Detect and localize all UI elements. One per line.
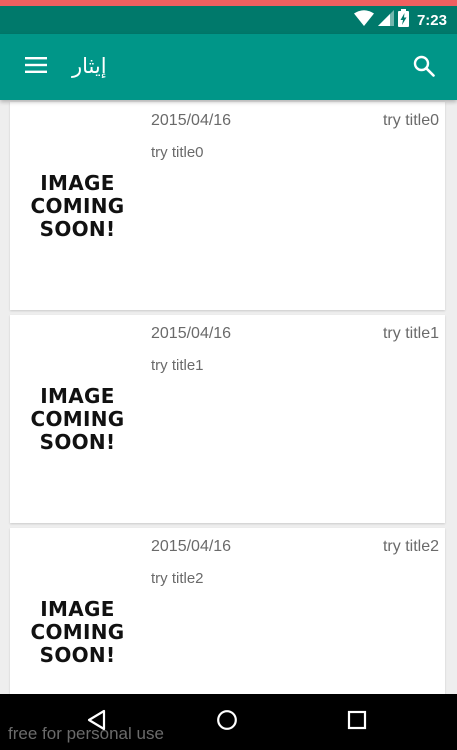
image-placeholder: IMAGE COMING SOON!	[10, 102, 145, 310]
search-button[interactable]	[409, 53, 439, 83]
recents-button[interactable]	[343, 708, 371, 736]
item-description: try title2	[151, 570, 204, 587]
image-placeholder: IMAGE COMING SOON!	[10, 528, 145, 694]
item-title: try title1	[382, 325, 439, 342]
item-date: 2015/04/16	[151, 325, 232, 342]
watermark-text: free for personal use	[8, 724, 164, 743]
image-placeholder-text: IMAGE COMING SOON!	[30, 596, 125, 667]
signal-icon	[377, 9, 394, 31]
menu-button[interactable]	[20, 53, 52, 81]
item-date: 2015/04/16	[151, 112, 232, 129]
list-item[interactable]: IMAGE COMING SOON! 2015/04/16 try title0…	[10, 102, 445, 310]
item-description: try title1	[151, 357, 204, 374]
item-title: try title0	[382, 112, 439, 129]
list-item[interactable]: IMAGE COMING SOON! 2015/04/16 try title1…	[10, 315, 445, 523]
home-button[interactable]	[213, 708, 241, 736]
menu-icon	[24, 56, 48, 79]
app-title: إيثار	[72, 55, 107, 78]
status-icons: 7:23	[353, 8, 447, 32]
wifi-icon	[353, 9, 374, 31]
search-icon	[413, 55, 435, 82]
status-bar: 7:23	[0, 6, 457, 34]
item-date: 2015/04/16	[151, 538, 232, 555]
item-description: try title0	[151, 144, 204, 161]
news-list: IMAGE COMING SOON! 2015/04/16 try title0…	[0, 100, 457, 694]
list-item[interactable]: IMAGE COMING SOON! 2015/04/16 try title2…	[10, 528, 445, 694]
battery-charging-icon	[397, 8, 409, 32]
image-placeholder: IMAGE COMING SOON!	[10, 315, 145, 523]
image-placeholder-text: IMAGE COMING SOON!	[30, 170, 125, 241]
home-icon	[216, 709, 238, 736]
status-time: 7:23	[416, 11, 447, 29]
app-bar: إيثار	[0, 34, 457, 100]
item-title: try title2	[382, 538, 439, 555]
recents-icon	[347, 710, 367, 735]
image-placeholder-text: IMAGE COMING SOON!	[30, 383, 125, 454]
